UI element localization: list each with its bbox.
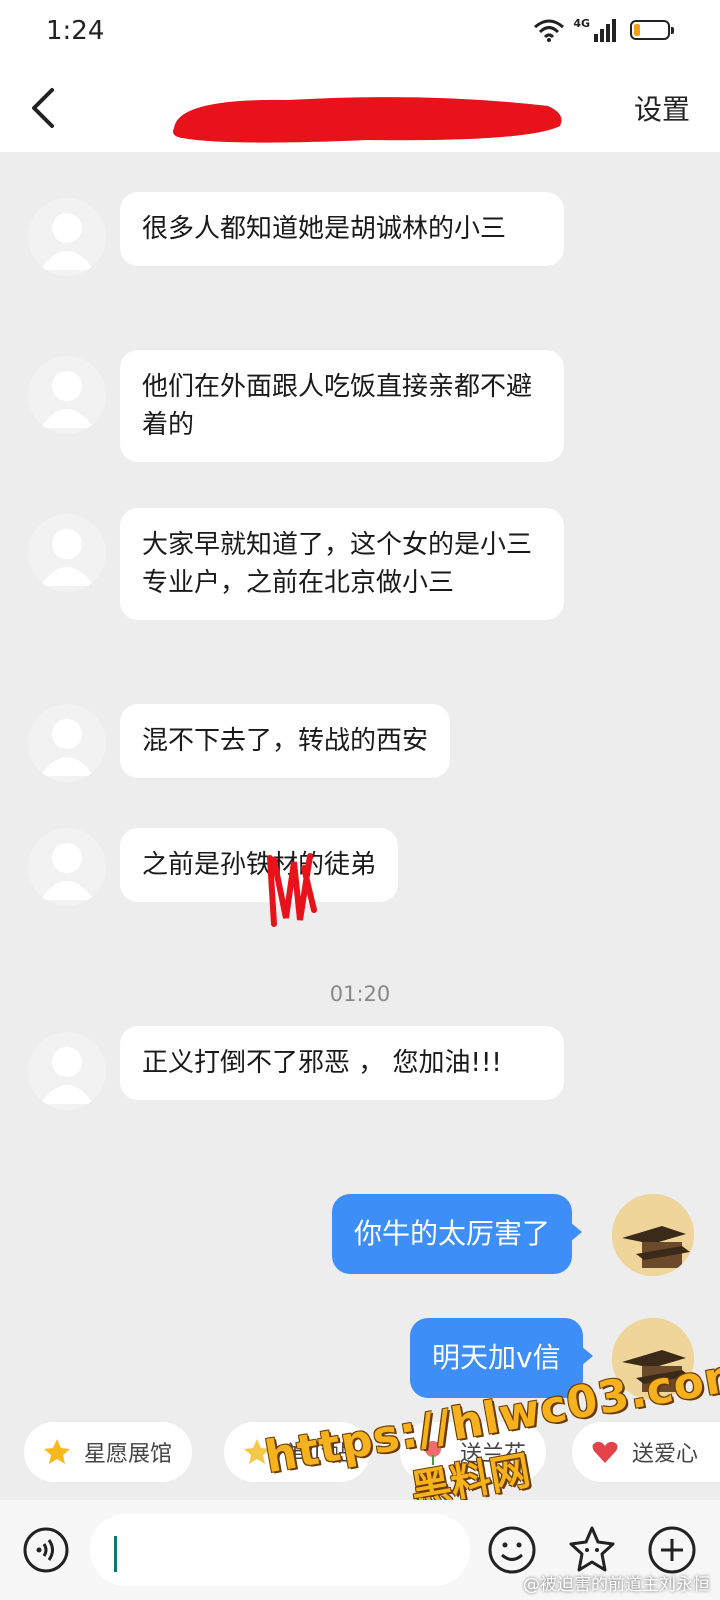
default-avatar-icon (40, 371, 94, 428)
signal-icon: 4G (573, 18, 616, 42)
status-icons: 4G (533, 18, 674, 42)
my-message-bubble[interactable]: 你牛的太厉害了 (332, 1194, 583, 1274)
avatar[interactable] (28, 704, 106, 782)
chip-star-hall[interactable]: 星愿展馆 (24, 1422, 193, 1482)
message-bubble[interactable]: 混不下去了，转战的西安 (120, 704, 451, 778)
default-avatar-icon (40, 843, 94, 900)
status-time: 1:24 (46, 16, 105, 46)
voice-icon[interactable] (22, 1526, 70, 1574)
avatar[interactable] (28, 198, 106, 276)
default-avatar-icon (40, 719, 94, 776)
avatar[interactable] (28, 514, 106, 592)
default-avatar-icon (40, 1047, 94, 1104)
text-caret (114, 1536, 117, 1572)
chevron-left-icon[interactable] (22, 82, 70, 134)
plus-icon[interactable] (646, 1524, 698, 1576)
pagoda-avatar-icon (612, 1194, 694, 1276)
wifi-icon (534, 19, 565, 42)
message-bubble[interactable]: 大家早就知道了，这个女的是小三专业户，之前在北京做小三 (120, 508, 564, 620)
sticker-star-icon[interactable] (566, 1524, 618, 1576)
default-avatar-icon (40, 213, 94, 270)
title-bar: 设置 (0, 64, 720, 152)
battery-fill (634, 24, 640, 36)
avatar[interactable] (28, 828, 106, 906)
message-bubble[interactable]: 他们在外面跟人吃饭直接亲都不避着的 (120, 350, 564, 462)
message-bubble[interactable]: 正义打倒不了邪恶 ， 您加油!!! (120, 1026, 564, 1100)
chip-label: 送爱心 (632, 1442, 699, 1467)
default-avatar-icon (40, 529, 94, 586)
message-bubble[interactable]: 很多人都知道她是胡诚林的小三 (120, 192, 564, 266)
avatar[interactable] (28, 356, 106, 434)
status-bar: 1:24 4G (0, 0, 720, 64)
my-avatar[interactable] (612, 1194, 694, 1276)
message-input[interactable] (90, 1514, 470, 1586)
star-icon (44, 1439, 70, 1464)
emoji-icon[interactable] (486, 1524, 538, 1576)
network-type: 4G (573, 17, 590, 30)
settings-button[interactable]: 设置 (634, 88, 690, 128)
redaction-scribble (267, 853, 317, 927)
heart-icon (592, 1441, 618, 1463)
redacted-chat-title (173, 97, 562, 143)
message-bubble[interactable]: 之前是孙铁材的徒弟 (120, 828, 399, 902)
avatar[interactable] (28, 1032, 106, 1110)
battery-icon (630, 20, 674, 40)
message-timestamp: 01:20 (329, 982, 391, 1006)
chip-heart[interactable]: 送爱心 (572, 1422, 720, 1482)
watermark-credit: @被迫害的前道主刘永恒 (523, 1575, 710, 1595)
chip-label: 星愿展馆 (84, 1442, 173, 1467)
